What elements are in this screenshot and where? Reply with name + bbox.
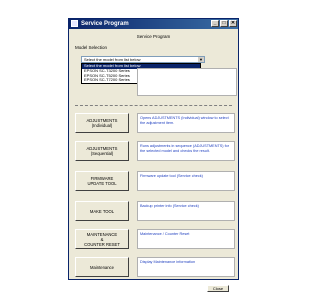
minimize-button[interactable]: _ <box>211 20 219 27</box>
adjustments-sequential-button[interactable]: ADJUSTMENTS (Sequential) <box>75 141 129 161</box>
maintenance-button[interactable]: Maintenance <box>75 257 129 277</box>
adjustments-sequential-info: Runs adjustments in sequence (ADJUSTMENT… <box>137 141 235 161</box>
maintenance-counter-reset-button[interactable]: MAINTENANCE & COUNTER RESET <box>75 229 129 249</box>
make-tool-button[interactable]: MAKE TOOL <box>75 201 129 221</box>
maintenance-info: Display Maintenance information <box>137 257 235 277</box>
adjustments-individual-info: Opens ADJUSTMENTS (Individual) window to… <box>137 113 235 133</box>
maintenance-counter-reset-info: Maintenance / Counter Reset <box>137 229 235 249</box>
window-title: Service Program <box>81 21 129 27</box>
make-tool-info: Backup printer info (Service check) <box>137 201 235 221</box>
title-bar[interactable]: Service Program _ □ ✕ <box>69 19 238 29</box>
adjustments-individual-button[interactable]: ADJUSTMENTS (Individual) <box>75 113 129 133</box>
maximize-button[interactable]: □ <box>220 20 228 27</box>
service-program-window: Service Program _ □ ✕ Service Program Mo… <box>68 18 239 292</box>
model-info-box <box>137 68 237 96</box>
model-select-value: Select the model from list below <box>84 57 141 62</box>
window-controls: _ □ ✕ <box>211 20 237 27</box>
app-icon <box>71 20 78 27</box>
firmware-update-info: Firmware update tool (Service check) <box>137 171 235 191</box>
separator-line <box>75 105 232 106</box>
close-window-button[interactable]: ✕ <box>229 20 237 27</box>
firmware-update-button[interactable]: FIRMWARE UPDATE TOOL <box>75 171 129 191</box>
close-button[interactable]: Close <box>207 285 229 292</box>
model-selection-label: Model Selection <box>75 45 108 50</box>
model-select[interactable]: Select the model from list below ▼ <box>81 56 205 63</box>
chevron-down-icon[interactable]: ▼ <box>198 57 204 62</box>
page-heading: Service Program <box>136 34 171 39</box>
